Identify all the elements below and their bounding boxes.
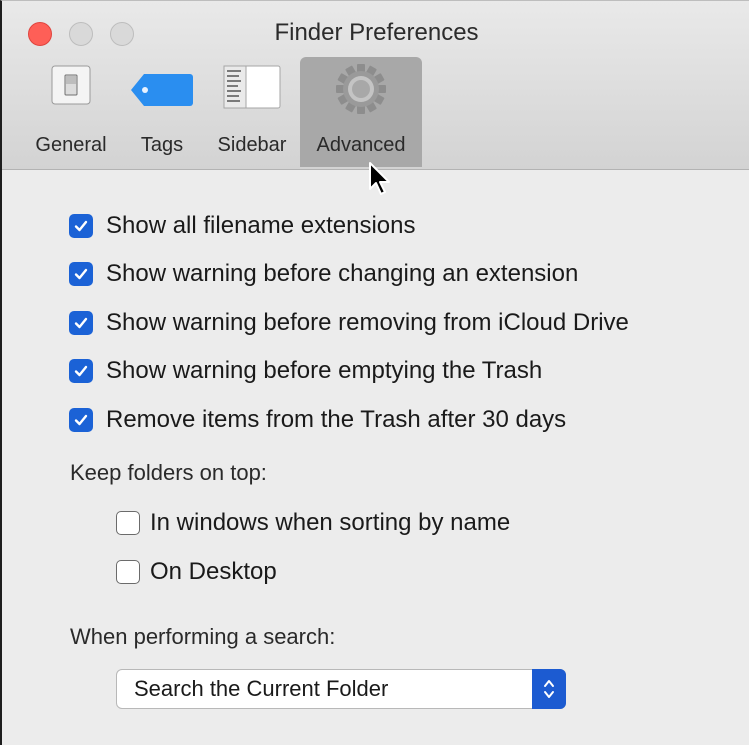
finder-preferences-window: Finder Preferences General Tags Sidebar …: [0, 0, 749, 745]
titlebar-toolbar: Finder Preferences General Tags Sidebar …: [2, 1, 749, 170]
tab-advanced[interactable]: Advanced: [300, 57, 422, 167]
gear-icon: [335, 63, 387, 120]
chevron-updown-icon[interactable]: [532, 669, 566, 709]
tab-advanced-label: Advanced: [316, 134, 406, 156]
option-warn-change-extension[interactable]: Show warning before changing an extensio…: [69, 260, 578, 288]
option-folders-top-desktop[interactable]: On Desktop: [116, 558, 277, 586]
checkbox-unchecked[interactable]: [116, 511, 140, 535]
search-scope-popup[interactable]: Search the Current Folder: [116, 669, 566, 709]
checkbox-checked[interactable]: [69, 359, 93, 383]
checkbox-checked[interactable]: [69, 262, 93, 286]
checkbox-unchecked[interactable]: [116, 560, 140, 584]
option-show-extensions[interactable]: Show all filename extensions: [69, 212, 416, 240]
search-scope-value: Search the Current Folder: [134, 676, 389, 701]
advanced-pane: Show all filename extensions Show warnin…: [2, 170, 749, 746]
tag-icon: [130, 73, 194, 112]
tab-sidebar[interactable]: Sidebar: [206, 57, 298, 167]
tab-general[interactable]: General: [28, 57, 114, 167]
checkbox-checked[interactable]: [69, 408, 93, 432]
option-label: Remove items from the Trash after 30 day…: [106, 406, 567, 433]
option-label: Show all filename extensions: [106, 212, 416, 239]
mouse-pointer-icon: [368, 161, 394, 202]
option-warn-icloud[interactable]: Show warning before removing from iCloud…: [69, 309, 629, 337]
option-folders-top-windows[interactable]: In windows when sorting by name: [116, 509, 510, 537]
option-label: On Desktop: [150, 558, 277, 585]
option-label: Show warning before removing from iCloud…: [106, 309, 629, 336]
option-label: Show warning before emptying the Trash: [106, 357, 543, 384]
option-warn-empty-trash[interactable]: Show warning before emptying the Trash: [69, 357, 542, 385]
option-label: Show warning before changing an extensio…: [106, 260, 579, 287]
sidebar-icon: [223, 65, 281, 114]
tab-general-label: General: [35, 134, 107, 156]
option-remove-trash-30-days[interactable]: Remove items from the Trash after 30 day…: [69, 406, 566, 434]
tab-tags[interactable]: Tags: [126, 57, 198, 167]
keep-folders-heading: Keep folders on top:: [70, 460, 267, 485]
option-label: In windows when sorting by name: [150, 509, 511, 536]
tab-sidebar-label: Sidebar: [217, 134, 287, 156]
checkbox-checked[interactable]: [69, 214, 93, 238]
window-title: Finder Preferences: [274, 19, 479, 46]
checkbox-checked[interactable]: [69, 311, 93, 335]
switch-icon: [51, 65, 91, 110]
tab-tags-label: Tags: [140, 134, 184, 156]
search-heading: When performing a search:: [70, 624, 336, 649]
